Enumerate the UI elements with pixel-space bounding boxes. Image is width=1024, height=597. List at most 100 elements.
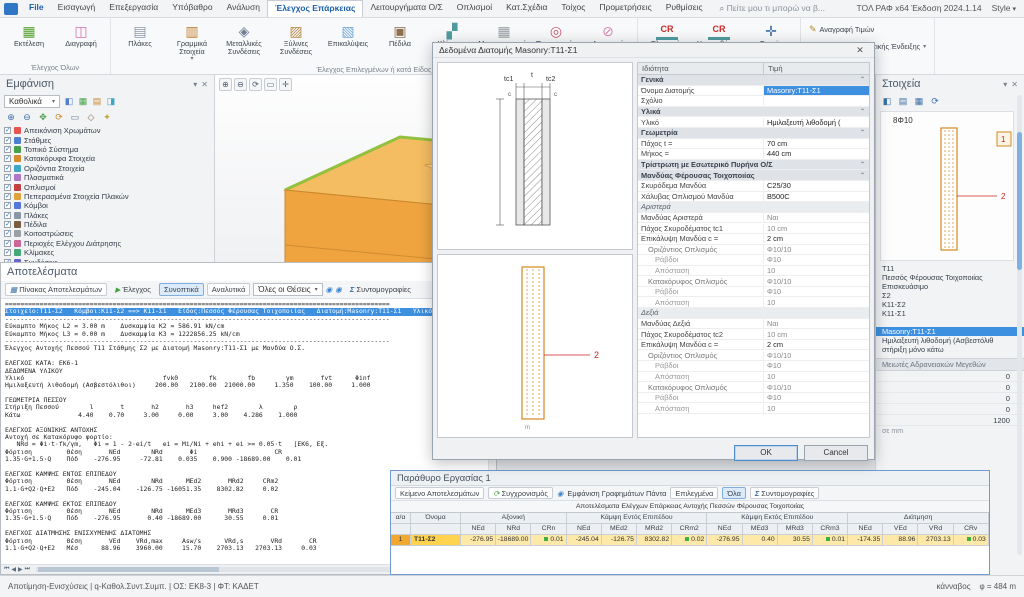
menu-tab[interactable]: Εισαγωγή [51, 0, 103, 17]
property-value[interactable]: 440 cm [764, 149, 869, 158]
elements-tool-icon[interactable]: ◧ [880, 95, 894, 108]
property-row[interactable]: Σχόλιο [638, 96, 869, 107]
ribbon-button[interactable]: ▣ Πέδιλα [374, 20, 426, 50]
property-row[interactable]: Επικάλυψη Μανδύα c = 2 cm [638, 340, 869, 351]
property-row[interactable]: Πάχος Σκυροδέματος tc1 10 cm [638, 223, 869, 234]
ribbon-button[interactable]: ▥ Γραμμικά Στοιχεία ▾ [166, 20, 218, 64]
inertia-value[interactable]: 0 [876, 393, 1024, 404]
property-value[interactable]: Ναι [764, 213, 869, 222]
tree-item[interactable]: Οπλισμοί [2, 182, 212, 191]
inertia-value[interactable]: 1200 [876, 415, 1024, 426]
property-row[interactable]: Τρίστρωτη με Εσωτερικό Πυρήνα Ο/Σ [638, 160, 869, 171]
tree-item[interactable]: Στάθμες [2, 135, 212, 144]
property-value[interactable]: Φ10/10 [764, 245, 869, 254]
visibility-checkbox[interactable] [4, 193, 11, 200]
next-page-icon[interactable]: ▶ [18, 566, 23, 573]
results-table-row[interactable]: 1 T11-Σ2 -276.95 -18689.00 0.01 -245.04 … [391, 535, 989, 546]
property-value[interactable]: C25/30 [764, 181, 869, 190]
property-value[interactable]: 10 [764, 404, 869, 413]
display-scope-dropdown[interactable]: Καθολικά [4, 95, 60, 108]
property-row[interactable]: Μανδύας Δεξιά Ναι [638, 319, 869, 330]
display-tool-icon[interactable]: ▦ [76, 95, 90, 108]
close-icon[interactable]: ✕ [852, 43, 868, 57]
display-tool-icon[interactable]: ◨ [104, 95, 118, 108]
viewport-tool-icon[interactable]: ⟳ [249, 78, 262, 91]
detailed-toggle[interactable]: Αναλυτικά [207, 283, 251, 296]
brief-toggle[interactable]: Συνοπτικά [159, 283, 204, 296]
pin-icon[interactable]: ▾ [1003, 80, 1007, 89]
property-value[interactable]: 10 cm [764, 330, 869, 339]
last-page-icon[interactable]: ⏭ [25, 566, 30, 573]
view-tool-icon[interactable]: ▭ [68, 111, 82, 124]
property-row[interactable]: Οριζόντιος Οπλισμός Φ10/10 [638, 245, 869, 256]
tree-item[interactable]: Τοπικό Σύστημα [2, 145, 212, 154]
tree-item[interactable]: Πλάκες [2, 211, 212, 220]
menu-tab[interactable]: Υπόβαθρο [165, 0, 219, 17]
property-row[interactable]: Μανδύας Φέρουσας Τοιχοποιίας [638, 170, 869, 181]
element-property-value[interactable] [876, 318, 1024, 327]
tree-item[interactable]: Περιοχές Ελέγχου Διάτρησης [2, 239, 212, 248]
visibility-checkbox[interactable] [4, 146, 11, 153]
visibility-checkbox[interactable] [4, 221, 11, 228]
property-value[interactable]: Φ10/10 [764, 351, 869, 360]
property-row[interactable]: Μήκος = 440 cm [638, 149, 869, 160]
always-graphs-label[interactable]: Εμφάνιση Γραφημάτων Πάντα [567, 489, 666, 498]
menu-tab[interactable]: Τοίχος [554, 0, 592, 17]
element-property-value[interactable]: T11 [876, 264, 1024, 273]
menu-tab[interactable]: Ρυθμίσεις [659, 0, 710, 17]
element-property-value[interactable]: K11-Σ1 [876, 309, 1024, 318]
inertia-value[interactable]: 0 [876, 382, 1024, 393]
view-tool-icon[interactable]: ⟳ [52, 111, 66, 124]
pin-icon[interactable]: ▾ [193, 80, 197, 89]
display-tool-icon[interactable]: ◧ [62, 95, 76, 108]
element-property-value[interactable]: Ημιλαξευτή λιθοδομή (Ασβεστόλιθ [876, 336, 1024, 345]
property-row[interactable]: Γεωμετρία [638, 128, 869, 139]
property-row[interactable]: Γενικά [638, 75, 869, 86]
visibility-checkbox[interactable] [4, 165, 11, 172]
display-tool-icon[interactable]: ▤ [90, 95, 104, 108]
property-row[interactable]: Ράβδοι Φ10 [638, 287, 869, 298]
property-row[interactable]: Απόσταση 10 [638, 297, 869, 308]
view-tool-icon[interactable]: ✦ [100, 111, 114, 124]
view-tool-icon[interactable]: ⊖ [20, 111, 34, 124]
element-property-value[interactable]: Επισκευάσιμο [876, 282, 1024, 291]
tree-item[interactable]: Πεπερασμένα Στοιχεία Πλακών [2, 192, 212, 201]
ribbon-button[interactable]: ▤ Πλάκες [114, 20, 166, 50]
property-value[interactable]: 70 cm [764, 139, 869, 148]
property-row[interactable]: Υλικά [638, 107, 869, 118]
property-row[interactable]: Ράβδοι Φ10 [638, 361, 869, 372]
visibility-checkbox[interactable] [4, 230, 11, 237]
property-value[interactable]: Φ10 [764, 255, 869, 264]
property-value[interactable]: 2 cm [764, 340, 869, 349]
property-row[interactable]: Αριστερά [638, 202, 869, 213]
elements-tool-icon[interactable]: ▤ [896, 95, 910, 108]
menu-tab[interactable]: Ανάλυση [220, 0, 267, 17]
element-property-value[interactable]: Masonry:T11-Σ1 [876, 327, 1024, 336]
property-value[interactable]: Φ10/10 [764, 383, 869, 392]
check-button[interactable]: Έλεγχος [110, 283, 156, 296]
option-dot-icon[interactable] [557, 489, 563, 498]
option-dot-icon[interactable] [335, 285, 342, 294]
property-row[interactable]: Κατακόρυφος Οπλισμός Φ10/10 [638, 382, 869, 393]
style-menu[interactable]: Style [992, 3, 1016, 17]
menu-tab[interactable]: Έλεγχος Επάρκειας [267, 0, 364, 17]
view-tool-icon[interactable]: ⊕ [4, 111, 18, 124]
tree-item[interactable]: Πέδιλα [2, 220, 212, 229]
visibility-checkbox[interactable] [4, 174, 11, 181]
tree-item[interactable]: Κλίμακες [2, 248, 212, 257]
visibility-checkbox[interactable] [4, 127, 11, 134]
visibility-checkbox[interactable] [4, 184, 11, 191]
property-value[interactable]: Φ10 [764, 393, 869, 402]
property-row[interactable]: Υλικό Ημιλαξευτή λιθοδομή ( [638, 117, 869, 128]
property-row[interactable]: Οριζόντιος Οπλισμός Φ10/10 [638, 350, 869, 361]
menu-tab[interactable]: File [22, 0, 51, 17]
element-property-value[interactable]: στήριξη μόνο κάτω [876, 345, 1024, 354]
property-value[interactable]: 10 [764, 298, 869, 307]
ribbon-button[interactable]: ◫ Διαγραφή [55, 20, 107, 50]
ok-button[interactable]: OK [734, 445, 798, 461]
property-value[interactable]: 10 cm [764, 224, 869, 233]
tree-item[interactable]: Κόμβοι [2, 201, 212, 210]
property-value[interactable]: 10 [764, 372, 869, 381]
property-value[interactable]: Φ10 [764, 287, 869, 296]
close-icon[interactable]: ✕ [1011, 80, 1018, 89]
